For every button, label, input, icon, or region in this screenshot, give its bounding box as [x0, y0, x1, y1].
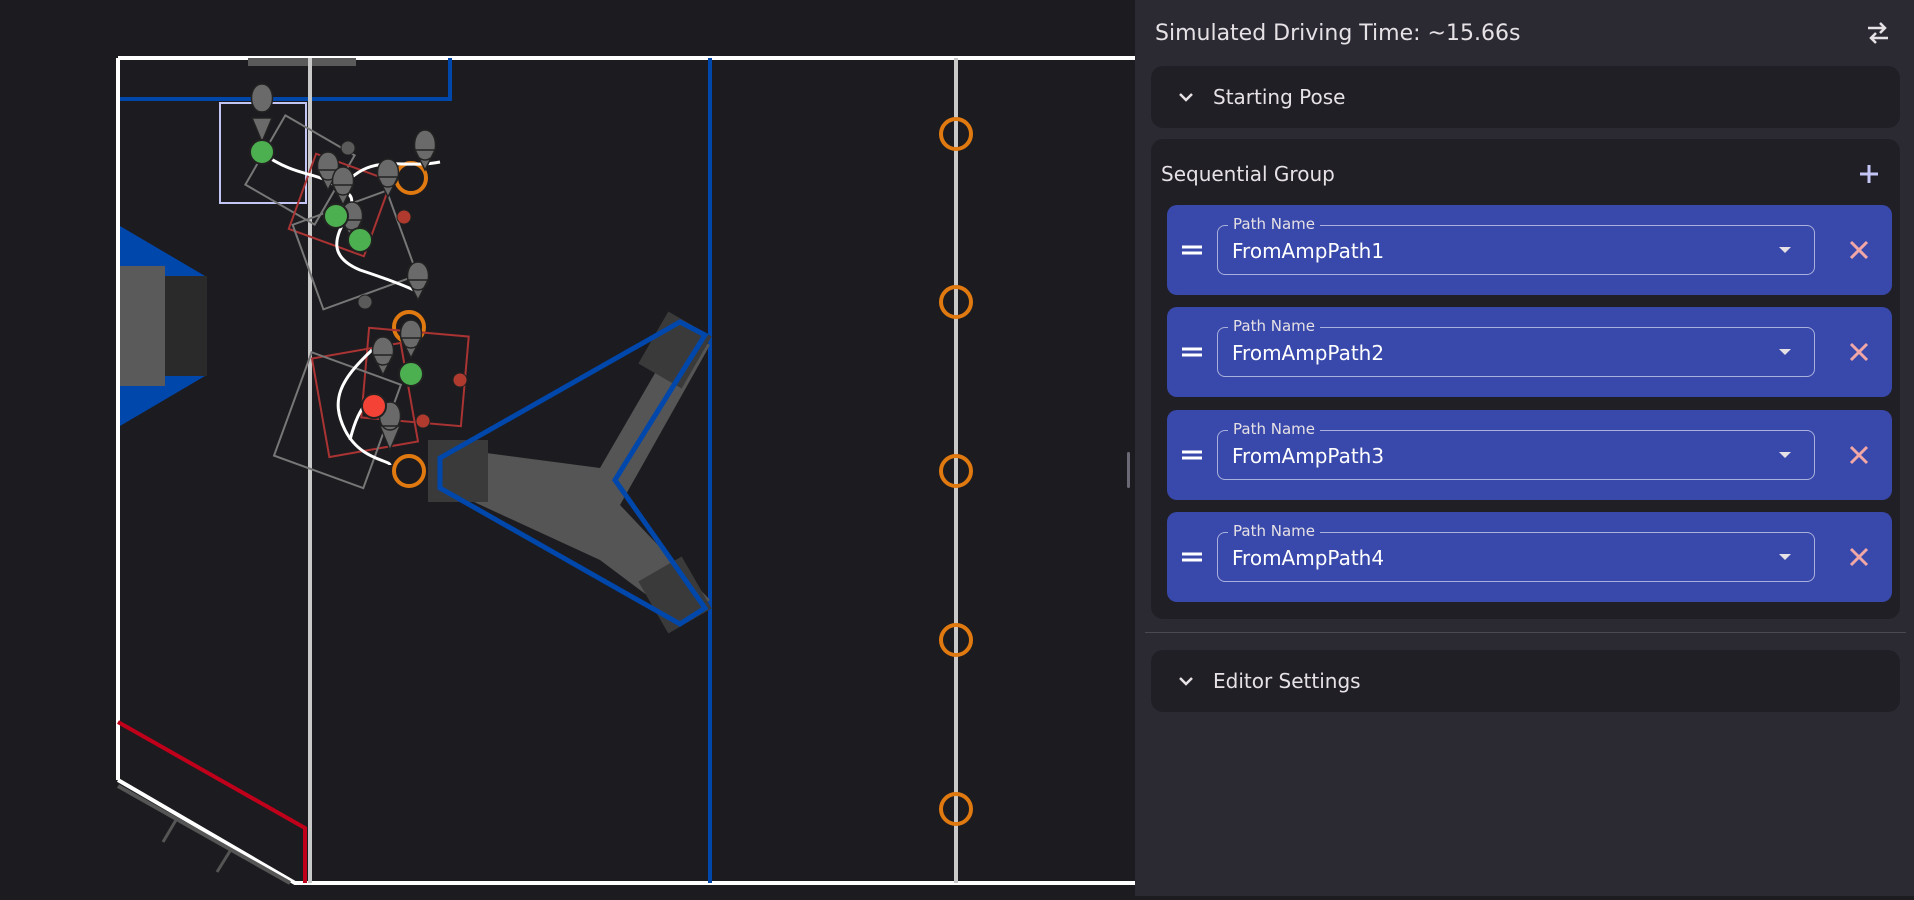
dropdown-arrow-icon [1779, 247, 1791, 253]
chevron-down-icon [1179, 677, 1193, 686]
editor-settings-header[interactable]: Editor Settings [1151, 650, 1900, 712]
dropdown-arrow-icon [1779, 349, 1791, 355]
drag-handle-icon[interactable] [1179, 545, 1205, 569]
side-panel: Simulated Driving Time: ~15.66s Starting… [1135, 0, 1914, 896]
swap-panel-button[interactable] [1860, 15, 1896, 51]
plus-icon [1860, 165, 1878, 183]
close-icon[interactable] [1846, 237, 1872, 263]
starting-pose-section[interactable]: Starting Pose [1151, 66, 1900, 128]
close-icon[interactable] [1846, 442, 1872, 468]
path-command-card: Path Name FromAmpPath3 [1167, 410, 1892, 500]
path-name-value: FromAmpPath3 [1232, 444, 1385, 468]
swap-horiz-icon [1868, 22, 1888, 44]
sequential-group: Sequential Group Path Name FromAmpPath1 … [1151, 139, 1900, 619]
group-header: Sequential Group [1151, 139, 1900, 209]
path-name-dropdown[interactable]: Path Name FromAmpPath1 [1217, 215, 1815, 275]
drag-handle-icon[interactable] [1179, 443, 1205, 467]
close-icon[interactable] [1846, 339, 1872, 365]
path-name-label: Path Name [1228, 420, 1320, 438]
add-command-button[interactable] [1852, 157, 1886, 191]
path-command-card: Path Name FromAmpPath2 [1167, 307, 1892, 397]
path-name-dropdown[interactable]: Path Name FromAmpPath4 [1217, 522, 1815, 582]
path-name-label: Path Name [1228, 215, 1320, 233]
path-name-value: FromAmpPath1 [1232, 239, 1385, 263]
panel-resize-handle[interactable] [1127, 452, 1130, 488]
dropdown-arrow-icon [1779, 452, 1791, 458]
field-map[interactable] [0, 0, 1135, 896]
editor-settings-label: Editor Settings [1213, 669, 1361, 693]
panel-header: Simulated Driving Time: ~15.66s [1155, 16, 1896, 50]
path-command-card: Path Name FromAmpPath4 [1167, 512, 1892, 602]
starting-pose-label: Starting Pose [1213, 85, 1346, 109]
group-title: Sequential Group [1161, 162, 1335, 186]
path-command-card: Path Name FromAmpPath1 [1167, 205, 1892, 295]
speaker-base [120, 266, 165, 386]
path-name-value: FromAmpPath4 [1232, 546, 1385, 570]
drag-handle-icon[interactable] [1179, 238, 1205, 262]
field-canvas[interactable] [0, 0, 1135, 896]
path-name-label: Path Name [1228, 522, 1320, 540]
drag-handle-icon[interactable] [1179, 340, 1205, 364]
path-name-label: Path Name [1228, 317, 1320, 335]
amp [248, 58, 356, 66]
section-divider [1145, 632, 1906, 633]
close-icon[interactable] [1846, 544, 1872, 570]
chevron-down-icon [1179, 93, 1193, 102]
dropdown-arrow-icon [1779, 554, 1791, 560]
editor-settings-section[interactable]: Editor Settings [1151, 650, 1900, 712]
starting-pose-header[interactable]: Starting Pose [1151, 66, 1900, 128]
path-name-dropdown[interactable]: Path Name FromAmpPath2 [1217, 317, 1815, 377]
simulated-driving-time: Simulated Driving Time: ~15.66s [1155, 20, 1521, 46]
path-name-value: FromAmpPath2 [1232, 341, 1385, 365]
path-name-dropdown[interactable]: Path Name FromAmpPath3 [1217, 420, 1815, 480]
